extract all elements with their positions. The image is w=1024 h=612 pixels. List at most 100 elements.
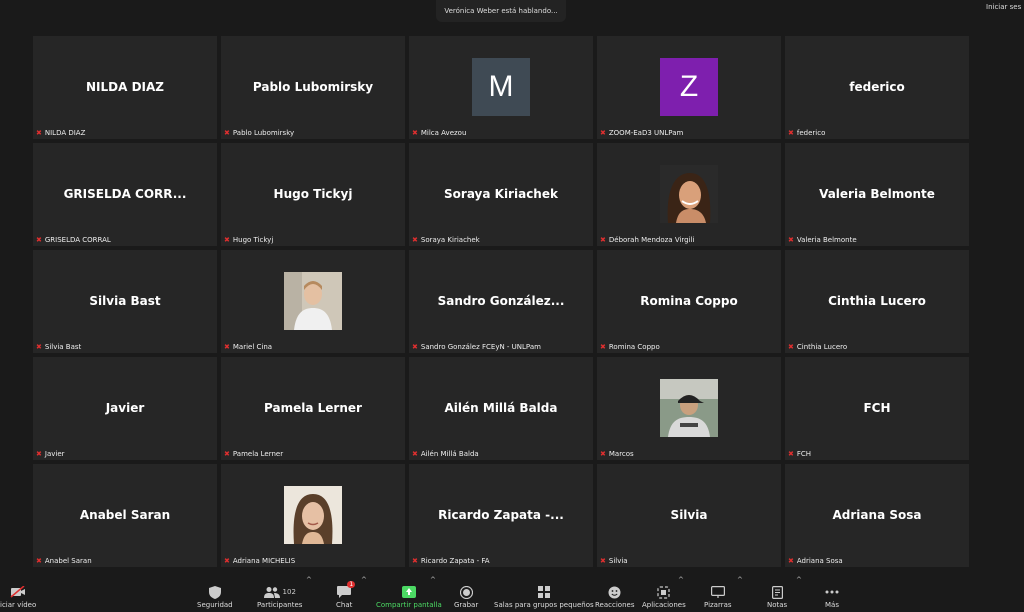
participant-display-name: Sandro González... (437, 294, 565, 308)
microphone-muted-icon: ✖ (36, 343, 42, 351)
participant-display-name: Cinthia Lucero (828, 294, 926, 308)
participant-tile[interactable]: NILDA DIAZ ✖ NILDA DIAZ (33, 36, 217, 139)
participant-tile[interactable]: Ailén Millá Balda ✖ Ailén Millá Balda (409, 357, 593, 460)
start-session-label[interactable]: Iniciar ses (986, 0, 1024, 11)
microphone-muted-icon: ✖ (36, 236, 42, 244)
participant-display-name: GRISELDA CORR... (63, 187, 187, 201)
participant-tile[interactable]: Silvia Bast ✖ Silvia Bast (33, 250, 217, 353)
participant-avatar: Z (660, 58, 718, 116)
record-icon (459, 583, 473, 601)
participant-name-label: Ailén Millá Balda (420, 450, 479, 458)
participant-tile[interactable]: Adriana Sosa ✖ Adriana Sosa (785, 464, 969, 567)
notes-button[interactable]: Notas (767, 583, 787, 609)
record-label: Grabar (454, 601, 479, 609)
participant-tile[interactable]: Z ✖ ZOOM-EaD3 UNLPam (597, 36, 781, 139)
more-button[interactable]: Más (825, 583, 839, 609)
microphone-muted-icon: ✖ (600, 236, 606, 244)
microphone-muted-icon: ✖ (412, 450, 418, 458)
breakout-rooms-button[interactable]: Salas para grupos pequeños (494, 583, 594, 609)
participant-tile[interactable]: Pablo Lubomirsky ✖ Pablo Lubomirsky (221, 36, 405, 139)
record-button[interactable]: Grabar (454, 583, 478, 609)
microphone-muted-icon: ✖ (224, 129, 230, 137)
smiley-icon (608, 583, 621, 601)
apps-button[interactable]: Aplicaciones (642, 583, 686, 609)
participant-tile[interactable]: Pamela Lerner ✖ Pamela Lerner (221, 357, 405, 460)
apps-caret-icon[interactable]: ^ (678, 576, 684, 584)
participant-name-label: Marcos (608, 450, 634, 458)
participant-tile[interactable]: M ✖ Milca Avezou (409, 36, 593, 139)
whiteboards-label: Pizarras (704, 601, 732, 609)
microphone-muted-icon: ✖ (412, 343, 418, 351)
participant-tile[interactable]: Ricardo Zapata -... ✖ Ricardo Zapata - FA (409, 464, 593, 567)
participants-button[interactable]: 102 Participantes (257, 583, 302, 609)
participant-tile[interactable]: Sandro González... ✖ Sandro González FCEy… (409, 250, 593, 353)
notes-icon (771, 583, 783, 601)
breakout-rooms-icon (537, 583, 550, 601)
participant-display-name: Pablo Lubomirsky (252, 80, 374, 94)
whiteboards-button[interactable]: Pizarras (704, 583, 732, 609)
reactions-label: Reacciones (595, 601, 635, 609)
participant-name-label: Ricardo Zapata - FA (420, 557, 490, 565)
participant-name-label: Anabel Saran (44, 557, 92, 565)
participant-photo (284, 486, 342, 544)
microphone-muted-icon: ✖ (36, 129, 42, 137)
apps-label: Aplicaciones (642, 601, 686, 609)
participant-display-name: Silvia (670, 508, 708, 522)
participant-tile[interactable]: Hugo Tickyj ✖ Hugo Tickyj (221, 143, 405, 246)
participant-tile[interactable]: Cinthia Lucero ✖ Cinthia Lucero (785, 250, 969, 353)
participants-count: 102 (282, 588, 296, 596)
participant-display-name: federico (849, 80, 905, 94)
start-video-label: iciar vídeo (0, 601, 37, 609)
participant-tile[interactable]: Romina Coppo ✖ Romina Coppo (597, 250, 781, 353)
participant-display-name: Romina Coppo (640, 294, 738, 308)
participant-tile[interactable]: ✖ Adriana MICHELIS (221, 464, 405, 567)
more-label: Más (825, 601, 839, 609)
reactions-button[interactable]: Reacciones (595, 583, 634, 609)
share-caret-icon[interactable]: ^ (430, 576, 436, 584)
participant-name-label: NILDA DIAZ (44, 129, 86, 137)
participant-name-label: Javier (44, 450, 65, 458)
participant-display-name: Hugo Tickyj (273, 187, 353, 201)
participant-name-label: Sandro González FCEyN - UNLPam (420, 343, 541, 351)
microphone-muted-icon: ✖ (788, 450, 794, 458)
microphone-muted-icon: ✖ (224, 557, 230, 565)
participant-tile[interactable]: ✖ Marcos (597, 357, 781, 460)
whiteboards-caret-icon[interactable]: ^ (737, 576, 743, 584)
participant-photo (660, 165, 718, 223)
participant-display-name: Ricardo Zapata -... (438, 508, 564, 522)
participant-tile[interactable]: Javier ✖ Javier (33, 357, 217, 460)
microphone-muted-icon: ✖ (600, 129, 606, 137)
participant-photo (284, 272, 342, 330)
participant-tile[interactable]: ✖ Déborah Mendoza Virgili (597, 143, 781, 246)
share-screen-button[interactable]: Compartir pantalla (376, 583, 442, 609)
participant-grid: NILDA DIAZ ✖ NILDA DIAZ Pablo Lubomirsky … (33, 36, 971, 570)
participant-name-label: Soraya Kiriachek (420, 236, 480, 244)
participants-caret-icon[interactable]: ^ (306, 576, 312, 584)
participant-tile[interactable]: ✖ Mariel Cina (221, 250, 405, 353)
participant-tile[interactable]: Valeria Belmonte ✖ Valeria Belmonte (785, 143, 969, 246)
participant-tile[interactable]: Soraya Kiriachek ✖ Soraya Kiriachek (409, 143, 593, 246)
participant-tile[interactable]: federico ✖ federico (785, 36, 969, 139)
participant-display-name: Javier (105, 401, 145, 415)
video-off-icon (10, 583, 26, 601)
whiteboard-icon (710, 583, 725, 601)
notes-caret-icon[interactable]: ^ (796, 576, 802, 584)
participant-tile[interactable]: FCH ✖ FCH (785, 357, 969, 460)
participant-tile[interactable]: GRISELDA CORR... ✖ GRISELDA CORRAL (33, 143, 217, 246)
chat-caret-icon[interactable]: ^ (361, 576, 367, 584)
chat-button[interactable]: 1 Chat (336, 581, 356, 609)
participant-name-label: Pamela Lerner (232, 450, 284, 458)
participant-tile[interactable]: Anabel Saran ✖ Anabel Saran (33, 464, 217, 567)
microphone-muted-icon: ✖ (788, 557, 794, 565)
participants-icon: 102 (263, 583, 296, 601)
chat-icon: 1 (337, 581, 356, 601)
participant-name-label: Adriana Sosa (796, 557, 843, 565)
participant-name-label: Silvia (608, 557, 628, 565)
start-video-button[interactable]: iciar vídeo (0, 583, 36, 609)
participant-name-label: Valeria Belmonte (796, 236, 857, 244)
participant-name-label: Adriana MICHELIS (232, 557, 296, 565)
security-button[interactable]: Seguridad (197, 583, 233, 609)
participant-name-label: federico (796, 129, 826, 137)
share-screen-label: Compartir pantalla (376, 601, 442, 609)
participant-tile[interactable]: Silvia ✖ Silvia (597, 464, 781, 567)
